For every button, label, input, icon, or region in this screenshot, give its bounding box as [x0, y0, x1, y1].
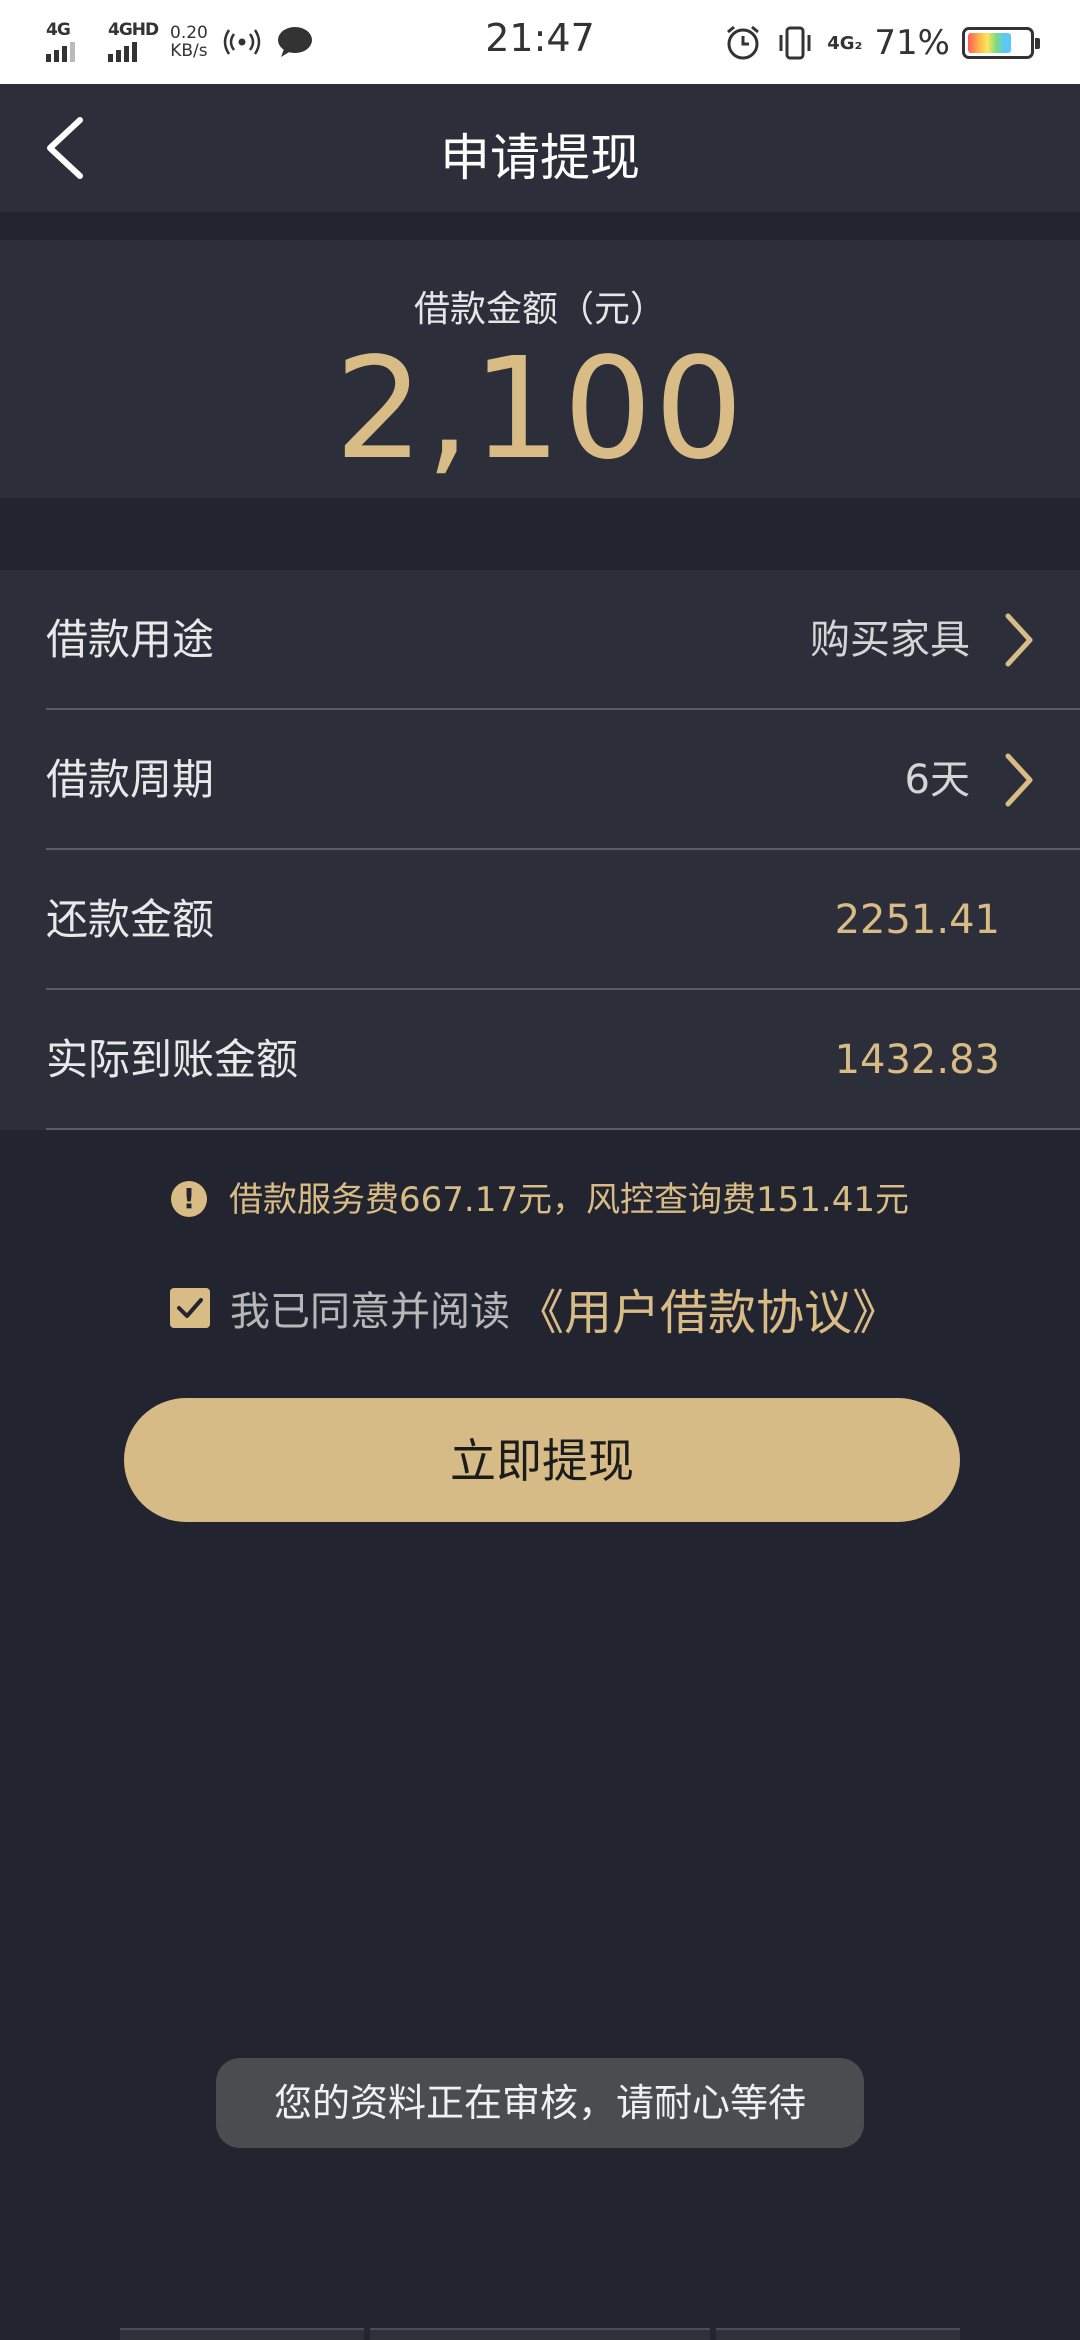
row-value: 2251.41	[834, 897, 1000, 943]
row-value: 购买家具	[810, 617, 970, 663]
amount-card: 借款金额（元） 2,100	[0, 240, 1080, 498]
withdraw-button[interactable]: 立即提现	[124, 1398, 960, 1522]
chevron-right-icon	[1005, 613, 1033, 667]
row-label: 借款周期	[46, 755, 215, 804]
page-title: 申请提现	[440, 129, 640, 187]
fee-notice: ! 借款服务费667.17元，风控查询费151.41元	[0, 1172, 1080, 1221]
loan-info-list: 借款用途 购买家具 借款周期 6天 还款金额 2251.41 实际到账金额 14…	[0, 570, 1080, 1130]
row-label: 借款用途	[46, 615, 215, 664]
row-label: 实际到账金额	[46, 1035, 299, 1084]
battery-percent: 71%	[874, 23, 950, 63]
agreement-text: 我已同意并阅读	[230, 1289, 510, 1335]
vibrate-icon	[779, 26, 811, 60]
agreement-row: 我已同意并阅读 《用户借款协议》	[170, 1280, 900, 1341]
battery-icon	[962, 27, 1040, 59]
nav-header: 申请提现	[0, 84, 1080, 212]
row-received-amount: 实际到账金额 1432.83	[0, 990, 1080, 1130]
fee-notice-text: 借款服务费667.17元，风控查询费151.41元	[229, 1180, 909, 1220]
status-bar: 4G 4GHD 0.20 KB/s 21:47 4G₂ 71%	[0, 0, 1080, 84]
alarm-icon	[727, 25, 760, 60]
bottom-bar-edge	[0, 2328, 1080, 2340]
amount-value: 2,100	[334, 328, 746, 491]
chevron-right-icon	[1005, 753, 1033, 807]
row-label: 还款金额	[46, 895, 215, 944]
alert-icon: !	[171, 1180, 208, 1217]
toast-message: 您的资料正在审核，请耐心等待	[216, 2058, 864, 2148]
row-repay-amount: 还款金额 2251.41	[0, 850, 1080, 990]
row-loan-period[interactable]: 借款周期 6天	[0, 710, 1080, 850]
sim-label: 4G₂	[827, 32, 863, 54]
check-icon	[177, 1298, 203, 1318]
row-value: 1432.83	[834, 1037, 1000, 1083]
agreement-checkbox[interactable]	[170, 1288, 210, 1328]
battery-fill	[968, 33, 1011, 53]
agreement-link[interactable]: 《用户借款协议》	[516, 1273, 900, 1343]
status-right: 4G₂ 71%	[723, 18, 1040, 68]
row-loan-purpose[interactable]: 借款用途 购买家具	[0, 570, 1080, 710]
divider	[46, 1128, 1080, 1130]
amount-label: 借款金额（元）	[413, 289, 666, 330]
row-value: 6天	[904, 757, 970, 803]
